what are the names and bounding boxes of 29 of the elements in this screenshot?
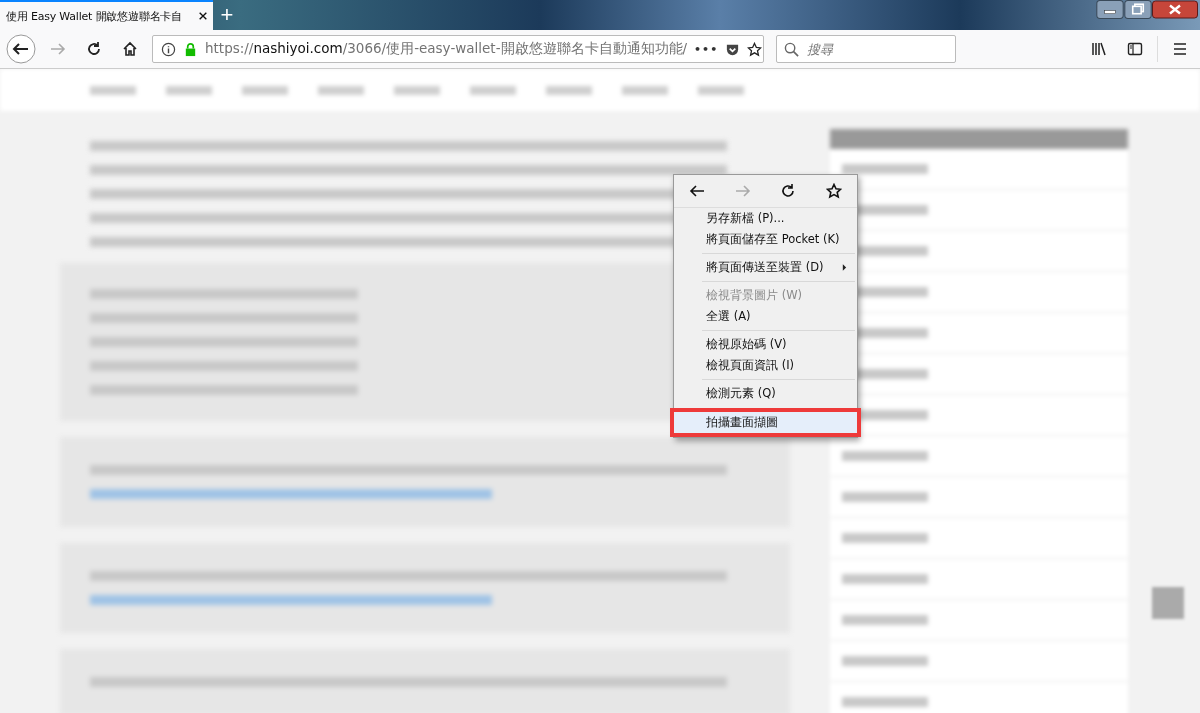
- browser-tab[interactable]: 使用 Easy Wallet 開啟悠遊聯名卡自: [0, 0, 213, 30]
- close-icon[interactable]: [198, 11, 208, 21]
- info-icon[interactable]: [161, 41, 176, 57]
- library-icon[interactable]: [1091, 41, 1107, 57]
- sidebar-icon[interactable]: [1127, 41, 1143, 57]
- menu-item[interactable]: 另存新檔 (P)...: [674, 208, 857, 229]
- search-icon: [784, 42, 799, 57]
- menu-item[interactable]: 將頁面傳送至裝置 (D): [674, 257, 857, 278]
- url-text: https://nashiyoi.com/3066/使用-easy-wallet-開啟悠遊聯名卡自動通知功能/: [205, 40, 688, 58]
- menu-item[interactable]: 檢視原始碼 (V): [674, 334, 857, 355]
- new-tab-button[interactable]: +: [213, 0, 241, 30]
- menu-item[interactable]: 全選 (A): [674, 306, 857, 327]
- restore-icon[interactable]: [1124, 0, 1152, 19]
- search-field[interactable]: 搜尋: [776, 35, 956, 63]
- back-icon[interactable]: [6, 34, 36, 64]
- menu-icon[interactable]: [1172, 41, 1188, 57]
- bookmark-star-icon[interactable]: [747, 41, 763, 57]
- close-window-icon[interactable]: [1152, 0, 1198, 19]
- menu-item[interactable]: 檢測元素 (Q): [674, 383, 857, 404]
- page-actions-button[interactable]: •••: [694, 42, 719, 56]
- reload-icon[interactable]: [86, 41, 102, 57]
- back-icon[interactable]: [688, 183, 705, 199]
- reload-icon[interactable]: [780, 183, 797, 199]
- bookmark-icon[interactable]: [826, 183, 843, 199]
- home-icon[interactable]: [122, 41, 138, 57]
- menu-item[interactable]: 將頁面儲存至 Pocket (K): [674, 229, 857, 250]
- menu-item[interactable]: 檢視頁面資訊 (I): [674, 355, 857, 376]
- minimize-icon[interactable]: [1096, 0, 1124, 19]
- address-bar[interactable]: https://nashiyoi.com/3066/使用-easy-wallet-開啟悠遊聯名卡自動通知功能/ •••: [152, 35, 764, 63]
